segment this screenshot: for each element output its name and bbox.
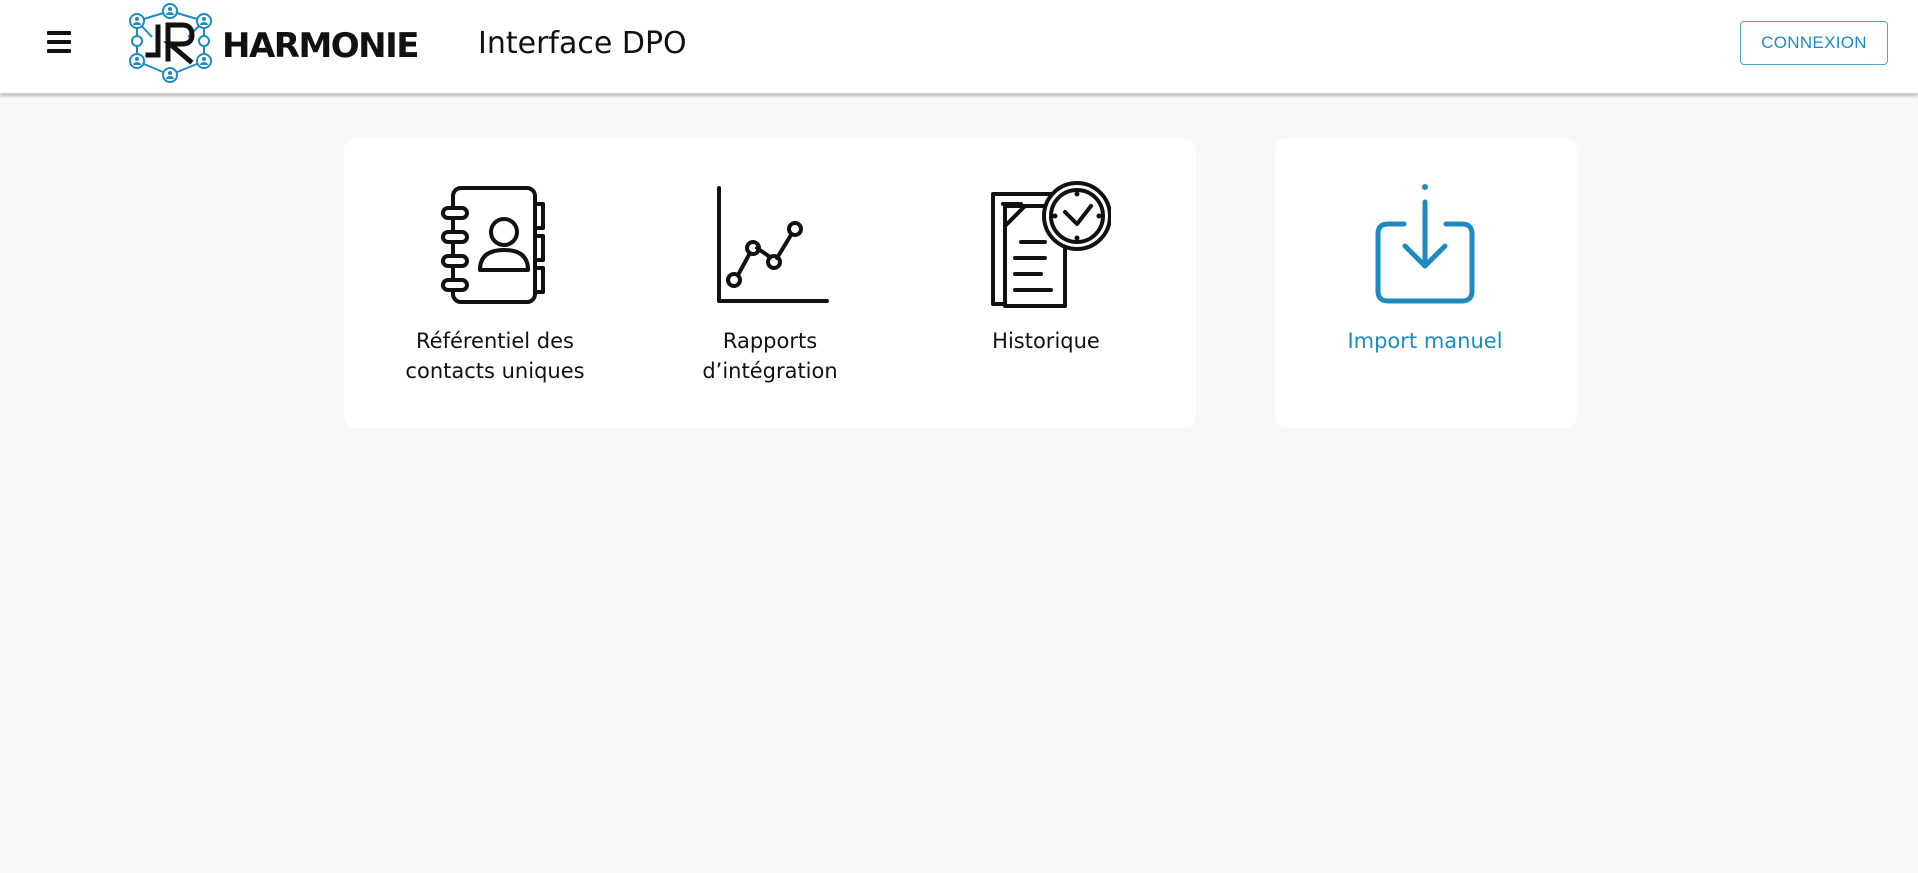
login-button[interactable]: CONNEXION <box>1740 21 1888 65</box>
page-title: Interface DPO <box>478 26 687 61</box>
tile-label: Rapports d’intégration <box>702 329 838 383</box>
tile-contacts-referential[interactable]: Référentiel des contacts uniques <box>365 138 625 398</box>
network-logo-icon <box>129 3 212 83</box>
tile-manual-import[interactable]: Import manuel <box>1295 138 1555 398</box>
tile-label: Import manuel <box>1347 329 1503 353</box>
tile-history[interactable]: Historique <box>916 138 1176 398</box>
tile-integration-reports[interactable]: Rapports d’intégration <box>640 138 900 398</box>
line-chart-icon <box>717 186 829 303</box>
hamburger-menu-icon[interactable] <box>44 27 74 57</box>
tile-label: Historique <box>992 329 1100 353</box>
brand-name: HARMONIE <box>222 26 420 66</box>
address-book-icon <box>441 186 545 304</box>
harmonie-logo[interactable]: HARMONIE <box>126 3 420 83</box>
document-clock-icon <box>991 181 1111 308</box>
top-app-bar: HARMONIE Interface DPO CONNEXION <box>0 0 1918 94</box>
tile-label: Référentiel des contacts uniques <box>405 329 585 383</box>
download-tray-icon <box>1375 184 1475 304</box>
